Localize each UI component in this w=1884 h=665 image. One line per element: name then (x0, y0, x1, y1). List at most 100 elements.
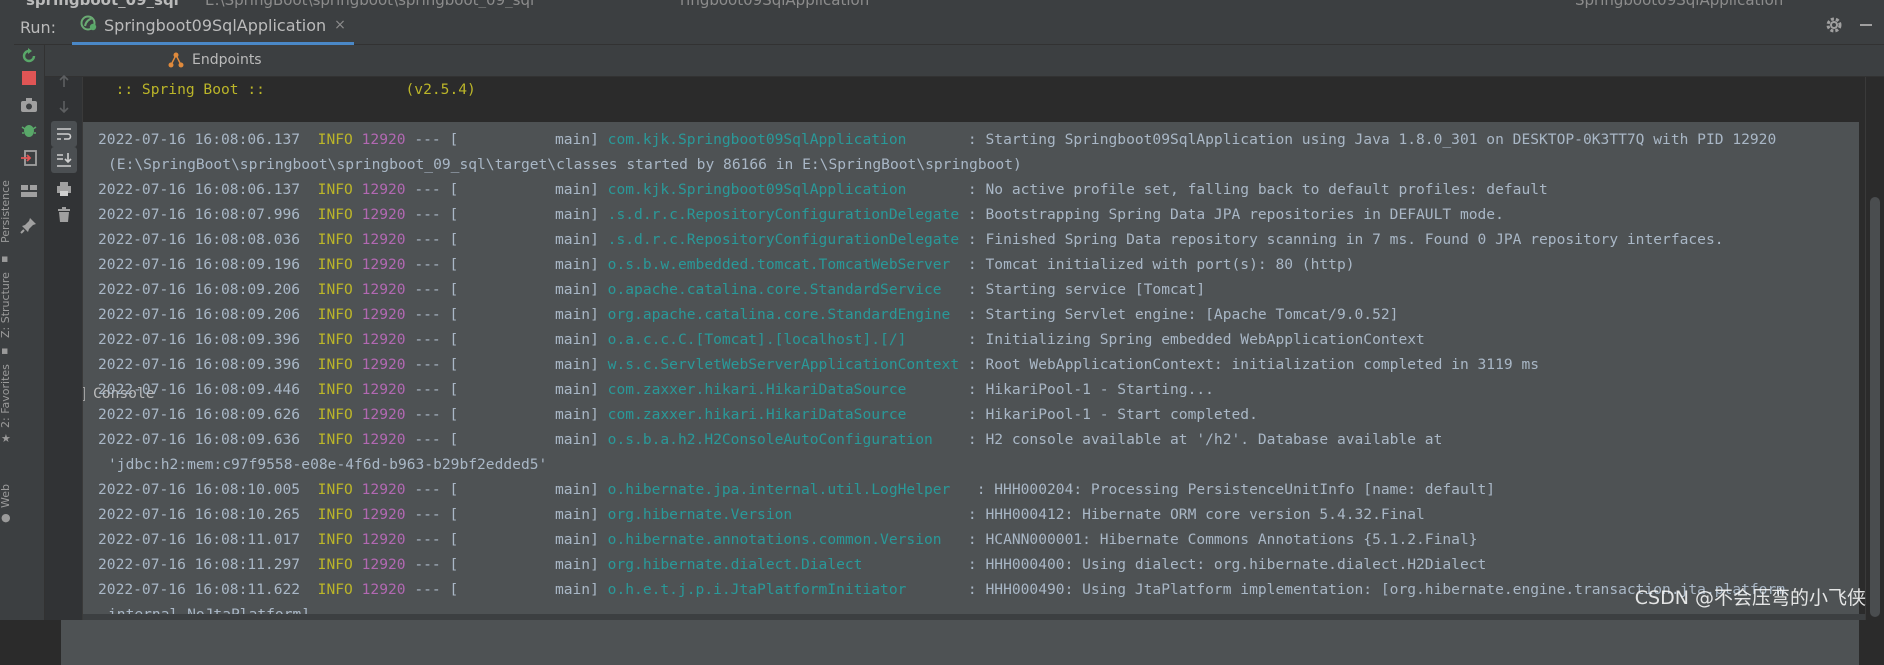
print-icon[interactable] (51, 176, 77, 202)
log-line: 2022-07-16 16:08:09.626 INFO 12920 --- [… (83, 402, 1865, 427)
log-logger[interactable]: .s.d.r.c.RepositoryConfigurationDelegate (608, 206, 959, 223)
log-message: : HHH000400: Using dialect: org.hibernat… (967, 556, 1487, 573)
rerun-icon[interactable] (19, 46, 39, 66)
log-timestamp: 2022-07-16 16:08:07.996 (98, 206, 301, 223)
log-level: INFO (317, 281, 353, 298)
log-pid: 12920 (361, 506, 406, 523)
log-thread: --- [ main] (414, 531, 599, 548)
log-logger[interactable]: com.zaxxer.hikari.HikariDataSource (608, 381, 959, 398)
log-pid: 12920 (361, 481, 406, 498)
log-logger[interactable]: com.kjk.Springboot09SqlApplication (608, 181, 959, 198)
log-logger[interactable]: org.apache.catalina.core.StandardEngine (608, 306, 959, 323)
editor-tab-fragment-2[interactable]: Springboot09SqlApplication (1575, 0, 1783, 8)
log-level: INFO (317, 131, 353, 148)
arrow-down-icon[interactable] (51, 94, 77, 120)
editor-tabs-remnant: springboot_09_sql E:\SpringBoot\springbo… (0, 0, 1884, 8)
log-pid: 12920 (361, 256, 406, 273)
log-level: INFO (317, 231, 353, 248)
log-thread: --- [ main] (414, 206, 599, 223)
log-pid: 12920 (361, 306, 406, 323)
log-level: INFO (317, 406, 353, 423)
log-level: INFO (317, 306, 353, 323)
log-message: : Initializing Spring embedded WebApplic… (967, 331, 1425, 348)
log-thread: --- [ main] (414, 481, 599, 498)
console-output[interactable]: :: Spring Boot :: (v2.5.4) 2022-07-16 16… (83, 77, 1865, 620)
log-pid: 12920 (361, 356, 406, 373)
close-icon[interactable]: × (334, 17, 346, 33)
log-logger[interactable]: w.s.c.ServletWebServerApplicationContext (608, 356, 959, 373)
tool-window-persistence[interactable]: Persistence (0, 180, 12, 243)
log-pid: 12920 (361, 206, 406, 223)
log-logger[interactable]: o.s.b.w.embedded.tomcat.TomcatWebServer (608, 256, 959, 273)
log-line-continuation: (E:\SpringBoot\springboot\springboot_09_… (108, 156, 1022, 173)
log-pid: 12920 (361, 381, 406, 398)
log-level: INFO (317, 556, 353, 573)
log-logger[interactable]: com.zaxxer.hikari.HikariDataSource (608, 406, 959, 423)
project-path: E:\SpringBoot\springboot\springboot_09_s… (205, 0, 534, 8)
log-level: INFO (317, 506, 353, 523)
log-logger[interactable]: o.hibernate.annotations.common.Version (608, 531, 959, 548)
left-tool-window-strip: Persistence ▪ Z: Structure ▪ 2: Favorite… (0, 8, 15, 620)
debug-bug-icon[interactable] (19, 120, 39, 140)
tool-window-structure[interactable]: Z: Structure (0, 272, 12, 338)
log-timestamp: 2022-07-16 16:08:06.137 (98, 131, 301, 148)
log-thread: --- [ main] (414, 131, 599, 148)
log-logger[interactable]: o.s.b.a.h2.H2ConsoleAutoConfiguration (608, 431, 959, 448)
log-thread: --- [ main] (414, 431, 599, 448)
layout-icon[interactable] (19, 181, 39, 201)
exit-icon[interactable] (19, 148, 39, 168)
log-logger[interactable]: o.a.c.c.C.[Tomcat].[localhost].[/] (608, 331, 959, 348)
arrow-up-icon[interactable] (51, 68, 77, 94)
log-thread: --- [ main] (414, 256, 599, 273)
horizontal-scrollbar[interactable] (83, 614, 1865, 620)
tab-endpoints[interactable]: Endpoints (160, 45, 270, 75)
log-timestamp: 2022-07-16 16:08:09.636 (98, 431, 301, 448)
log-pid: 12920 (361, 431, 406, 448)
run-subtabs: Console Endpoints (45, 45, 1884, 665)
log-logger[interactable]: o.h.e.t.j.p.i.JtaPlatformInitiator (608, 581, 959, 598)
log-line: 2022-07-16 16:08:07.996 INFO 12920 --- [… (83, 202, 1865, 227)
log-pid: 12920 (361, 581, 406, 598)
log-message: : HHH000412: Hibernate ORM core version … (967, 506, 1425, 523)
log-logger[interactable]: o.apache.catalina.core.StandardService (608, 281, 959, 298)
log-lines: 2022-07-16 16:08:06.137 INFO 12920 --- [… (83, 127, 1865, 620)
log-message: : Tomcat initialized with port(s): 80 (h… (967, 256, 1355, 273)
log-timestamp: 2022-07-16 16:08:10.005 (98, 481, 301, 498)
log-logger[interactable]: org.hibernate.dialect.Dialect (608, 556, 959, 573)
log-message: : HCANN000001: Hibernate Commons Annotat… (967, 531, 1478, 548)
soft-wrap-icon[interactable] (51, 121, 77, 147)
log-logger[interactable]: o.hibernate.jpa.internal.util.LogHelper (608, 481, 968, 498)
tool-window-favorites[interactable]: 2: Favorites (0, 364, 12, 428)
log-message: : H2 console available at '/h2'. Databas… (967, 431, 1443, 448)
pin-icon[interactable] (19, 215, 39, 235)
log-logger[interactable]: com.kjk.Springboot09SqlApplication (608, 131, 959, 148)
log-message: : No active profile set, falling back to… (967, 181, 1548, 198)
log-message: : HHH000204: Processing PersistenceUnitI… (976, 481, 1496, 498)
log-pid: 12920 (361, 131, 406, 148)
tab-endpoints-label: Endpoints (192, 52, 262, 68)
log-thread: --- [ main] (414, 231, 599, 248)
log-pid: 12920 (361, 556, 406, 573)
log-pid: 12920 (361, 531, 406, 548)
log-line: 2022-07-16 16:08:08.036 INFO 12920 --- [… (83, 227, 1865, 252)
editor-tab-fragment[interactable]: ringboot09SqlApplication (680, 0, 869, 8)
run-config-tab[interactable]: Springboot09SqlApplication × (72, 8, 354, 45)
scrollbar-thumb[interactable] (1870, 197, 1880, 617)
minimize-icon[interactable] (1860, 24, 1872, 26)
gear-icon[interactable] (1824, 15, 1844, 35)
log-thread: --- [ main] (414, 381, 599, 398)
camera-icon[interactable] (19, 95, 39, 115)
log-thread: --- [ main] (414, 356, 599, 373)
stop-icon[interactable] (19, 68, 39, 88)
trash-icon[interactable] (51, 202, 77, 228)
log-message: : Finished Spring Data repository scanni… (967, 231, 1724, 248)
run-config-tab-title: Springboot09SqlApplication (104, 15, 327, 35)
scroll-to-end-icon[interactable] (51, 147, 77, 173)
log-line: 2022-07-16 16:08:06.137 INFO 12920 --- [… (83, 127, 1865, 152)
log-logger[interactable]: org.hibernate.Version (608, 506, 959, 523)
log-timestamp: 2022-07-16 16:08:09.196 (98, 256, 301, 273)
log-pid: 12920 (361, 281, 406, 298)
tool-window-web[interactable]: Web (0, 484, 12, 508)
vertical-scrollbar[interactable] (1865, 77, 1884, 620)
log-logger[interactable]: .s.d.r.c.RepositoryConfigurationDelegate (608, 231, 959, 248)
